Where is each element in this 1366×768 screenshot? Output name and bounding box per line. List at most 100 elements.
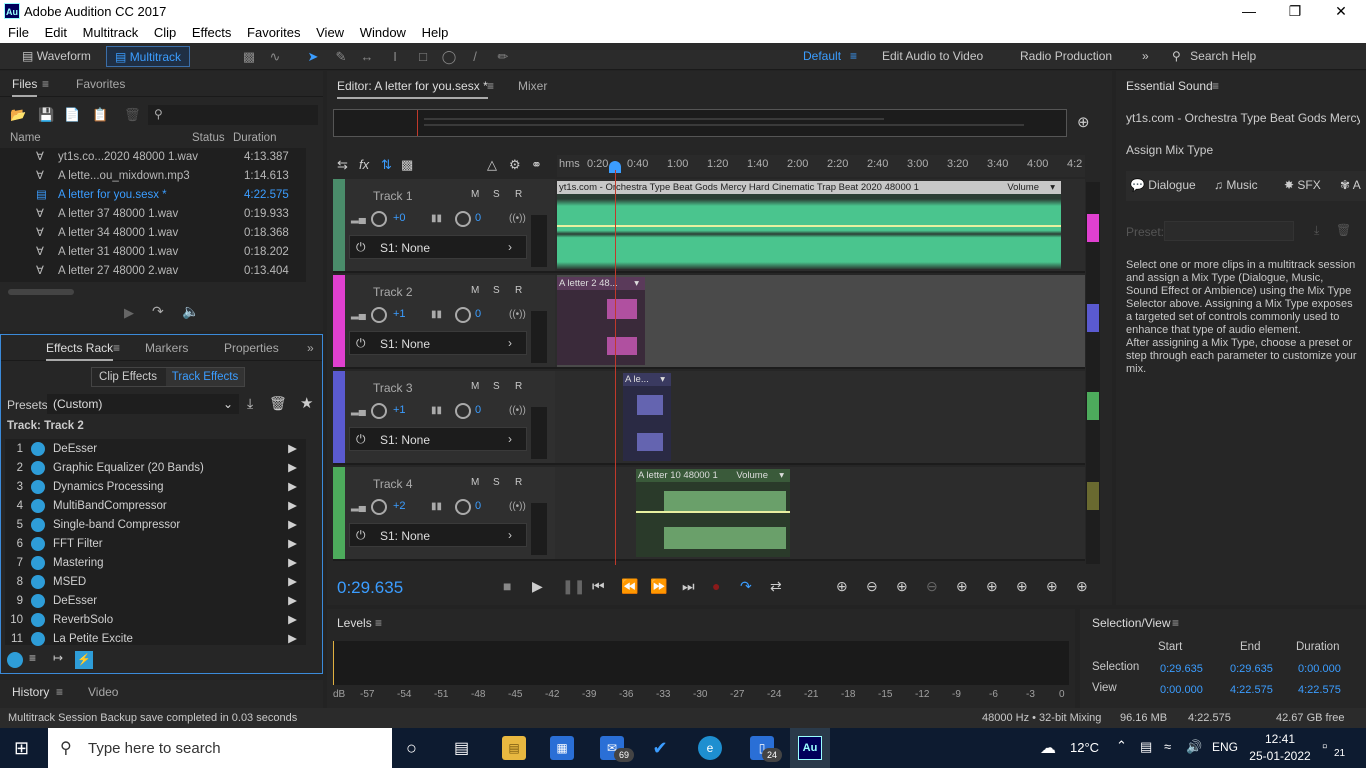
mute-button[interactable]: M [471, 381, 479, 392]
view-duration[interactable]: 4:22.575 [1298, 684, 1341, 696]
track-color-strip[interactable] [333, 275, 345, 367]
sends-icon[interactable]: ⇅ [381, 157, 392, 173]
volume-knob[interactable] [371, 211, 387, 227]
mute-button[interactable]: M [471, 285, 479, 296]
lightning-icon[interactable]: ⚡ [75, 651, 93, 669]
effect-slot[interactable]: 10 ReverbSolo ▶ [7, 611, 307, 630]
presets-select[interactable]: (Custom) ⌄ [47, 394, 239, 414]
send-select[interactable]: ⏻ S1: None › [349, 427, 527, 451]
send-select[interactable]: ⏻ S1: None › [349, 235, 527, 259]
file-row[interactable]: ∀ A letter 27 48000 2.wav 0:13.404 [0, 262, 306, 281]
menu-favorites[interactable]: Favorites [243, 22, 304, 40]
mix-type-ambience[interactable]: ✾ A [1340, 178, 1361, 192]
clip-menu-chevron-icon[interactable]: ▾ [634, 277, 639, 290]
rack-power-icon[interactable] [7, 652, 23, 668]
power-icon[interactable] [31, 498, 45, 513]
apply-icon[interactable]: ↦ [53, 651, 63, 665]
autoplay-icon[interactable]: 🔈 [182, 303, 199, 320]
pan-knob[interactable] [455, 403, 471, 419]
power-icon[interactable]: ⏻ [356, 432, 366, 447]
essential-sound-menu-icon[interactable]: ≡ [1212, 79, 1219, 93]
close-button[interactable]: ✕ [1318, 0, 1364, 22]
effect-slot[interactable]: 1 DeEsser ▶ [7, 440, 307, 459]
effect-slot[interactable]: 9 DeEsser ▶ [7, 592, 307, 611]
slip-tool-icon[interactable]: ↔ [358, 48, 376, 66]
zoom-out-amplitude-icon[interactable]: ⊖ [866, 578, 878, 595]
file-row[interactable]: ∀ yt1s.co...2020 48000 1.wav 4:13.387 [0, 148, 306, 167]
expand-arrow-icon[interactable]: ▶ [288, 630, 297, 649]
input-monitor-icon[interactable]: ⚙ [509, 157, 521, 173]
tab-mixer[interactable]: Mixer [518, 79, 547, 93]
power-icon[interactable] [31, 536, 45, 551]
waveform-view-button[interactable]: ▤ Waveform [14, 46, 99, 67]
zoom-out-point-icon[interactable]: ⊕ [1016, 578, 1028, 595]
metronome-icon[interactable]: △ [487, 157, 497, 173]
volume-value[interactable]: +2 [393, 500, 406, 512]
insert-file-icon[interactable]: 📋 [92, 107, 108, 123]
play-icon[interactable]: ▶ [532, 578, 543, 595]
send-select[interactable]: ⏻ S1: None › [349, 331, 527, 355]
tab-selection-view[interactable]: Selection/View [1092, 616, 1171, 630]
editor-menu-icon[interactable]: ≡ [487, 79, 494, 93]
tab-markers[interactable]: Markers [145, 341, 188, 355]
volume-value[interactable]: +1 [393, 308, 406, 320]
expand-arrow-icon[interactable]: ▶ [288, 535, 297, 554]
import-file-icon[interactable]: 💾 [38, 107, 54, 123]
pan-value[interactable]: 0 [475, 500, 481, 512]
track-color-chip[interactable] [1087, 304, 1099, 332]
track-color-strip[interactable] [333, 467, 345, 559]
lasso-tool-icon[interactable]: ◯ [440, 48, 458, 66]
solo-button[interactable]: S [493, 381, 500, 392]
power-icon[interactable] [31, 460, 45, 475]
expand-arrow-icon[interactable]: ▶ [288, 440, 297, 459]
audio-clip[interactable]: A letter 10 48000 1 Volume ▾ [636, 469, 790, 557]
track-color-chip[interactable] [1087, 214, 1099, 242]
windows-start-icon[interactable]: ⊞ [14, 738, 29, 759]
volume-knob[interactable] [371, 403, 387, 419]
tab-editor[interactable]: Editor: A letter for you.sesx * [337, 79, 488, 99]
record-arm-button[interactable]: R [515, 189, 522, 200]
tab-properties[interactable]: Properties [224, 341, 279, 355]
volume-knob[interactable] [371, 307, 387, 323]
effect-slot[interactable]: 8 MSED ▶ [7, 573, 307, 592]
tab-history[interactable]: History [12, 685, 49, 699]
list-icon[interactable]: ≡ [29, 651, 36, 665]
power-icon[interactable] [31, 479, 45, 494]
effect-slot[interactable]: 7 Mastering ▶ [7, 554, 307, 573]
tab-files[interactable]: Files [12, 77, 38, 97]
workspace-radio-production[interactable]: Radio Production [1020, 49, 1112, 63]
col-duration[interactable]: Duration [233, 132, 276, 144]
track-name[interactable]: Track 4 [373, 477, 413, 491]
file-row[interactable]: ∀ A lette...ou_mixdown.mp3 1:14.613 [0, 167, 306, 186]
speaker-icon[interactable]: 🔊 [1186, 739, 1202, 755]
audio-clip[interactable]: A letter 2 48... ▾ [557, 277, 645, 365]
spectral-frequency-icon[interactable]: ▩ [240, 48, 258, 66]
skip-selection-icon[interactable]: ⇄ [770, 578, 782, 595]
menu-window[interactable]: Window [356, 22, 410, 40]
track-name[interactable]: Track 1 [373, 189, 413, 203]
zoom-in-time-icon[interactable]: ⊕ [896, 578, 908, 595]
delete-preset-icon[interactable]: 🗑 [1336, 223, 1351, 237]
file-explorer-icon[interactable]: ▤ [502, 736, 526, 760]
zoom-full-icon[interactable]: ⊕ [956, 578, 968, 595]
power-icon[interactable] [31, 441, 45, 456]
todo-check-icon[interactable]: ✔ [648, 736, 672, 760]
search-help-input[interactable]: ⚲ Search Help [1166, 47, 1362, 67]
store-icon[interactable]: ▦ [550, 736, 574, 760]
spot-healing-tool-icon[interactable]: ✏ [494, 48, 512, 66]
zoom-navigator-icon[interactable]: ⊕ [1077, 113, 1090, 131]
move-tool-icon[interactable]: ➤ [304, 48, 322, 66]
power-icon[interactable] [31, 555, 45, 570]
menu-edit[interactable]: Edit [41, 22, 71, 40]
mix-type-music[interactable]: ♫ Music [1214, 178, 1258, 192]
effect-slot[interactable]: 6 FFT Filter ▶ [7, 535, 307, 554]
rewind-icon[interactable]: ⏪ [621, 578, 638, 595]
selection-view-menu-icon[interactable]: ≡ [1172, 616, 1179, 630]
expand-arrow-icon[interactable]: ▶ [288, 611, 297, 630]
mix-type-dialogue[interactable]: 💬 Dialogue [1130, 178, 1196, 192]
task-view-icon[interactable]: ▤ [454, 738, 469, 758]
view-end[interactable]: 4:22.575 [1230, 684, 1273, 696]
track-name[interactable]: Track 3 [373, 381, 413, 395]
expand-arrow-icon[interactable]: ▶ [288, 516, 297, 535]
weather-temp[interactable]: 12°C [1070, 740, 1099, 755]
